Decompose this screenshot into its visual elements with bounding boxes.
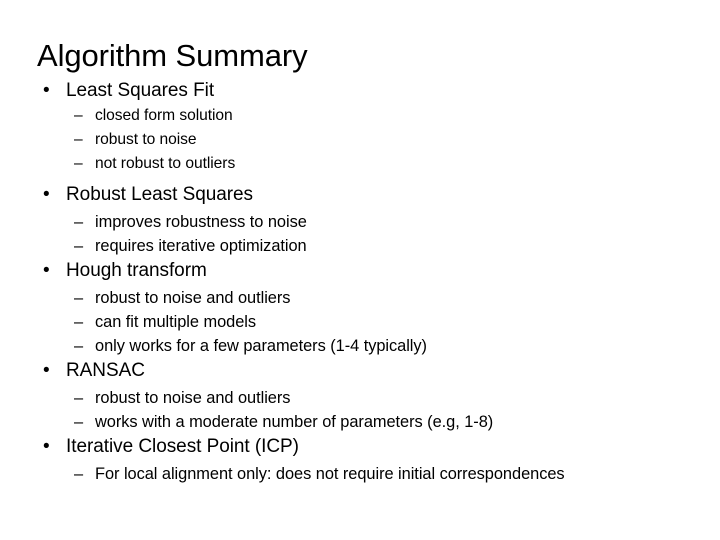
bullet-dot-icon: • (43, 260, 50, 281)
bullet-group-robust-least-squares: • Robust Least Squares – improves robust… (0, 182, 720, 258)
sub-bullet-for-local-alignment-only: – For local alignment only: does not req… (0, 462, 720, 486)
bullet-hough-transform: • Hough transform (0, 258, 720, 284)
sub-bullet-not-robust-to-outliers: – not robust to outliers (0, 152, 720, 176)
bullet-robust-least-squares: • Robust Least Squares (0, 182, 720, 208)
sub-bullet-ransac-robust-to-noise-and-outliers: – robust to noise and outliers (0, 386, 720, 410)
bullet-group-ransac: • RANSAC – robust to noise and outliers … (0, 358, 720, 434)
sub-bullet-label: only works for a few parameters (1-4 typ… (95, 337, 427, 355)
dash-icon: – (74, 465, 84, 483)
sub-bullet-label: not robust to outliers (95, 155, 236, 172)
sub-bullet-label: can fit multiple models (95, 313, 257, 331)
bullet-dot-icon: • (43, 436, 50, 457)
bullet-dot-icon: • (43, 184, 50, 205)
sub-bullet-improves-robustness-to-noise: – improves robustness to noise (0, 210, 720, 234)
sub-bullet-can-fit-multiple-models: – can fit multiple models (0, 310, 720, 334)
bullet-label: Robust Least Squares (66, 184, 254, 205)
sub-bullet-requires-iterative-optimization: – requires iterative optimization (0, 234, 720, 258)
sub-bullet-label: requires iterative optimization (95, 237, 307, 255)
page-title: Algorithm Summary (37, 37, 308, 73)
dash-icon: – (74, 289, 84, 307)
dash-icon: – (74, 155, 83, 172)
dash-icon: – (74, 389, 84, 407)
slide: Algorithm Summary • Least Squares Fit – … (0, 0, 720, 540)
bullet-label: Iterative Closest Point (ICP) (66, 436, 299, 457)
dash-icon: – (74, 337, 84, 355)
sub-bullet-label: For local alignment only: does not requi… (95, 465, 565, 483)
sub-bullet-robust-to-noise-and-outliers: – robust to noise and outliers (0, 286, 720, 310)
bullet-iterative-closest-point: • Iterative Closest Point (ICP) (0, 434, 720, 460)
sub-bullet-only-works-for-a-few-parameters: – only works for a few parameters (1-4 t… (0, 334, 720, 358)
dash-icon: – (74, 413, 84, 431)
sub-bullet-label: robust to noise (95, 131, 197, 148)
bullet-least-squares-fit: • Least Squares Fit (0, 78, 720, 104)
sub-bullet-robust-to-noise: – robust to noise (0, 128, 720, 152)
bullet-label: Least Squares Fit (66, 80, 215, 101)
bullet-dot-icon: • (43, 80, 50, 101)
bullet-label: Hough transform (66, 260, 207, 281)
sub-bullet-label: robust to noise and outliers (95, 389, 291, 407)
dash-icon: – (74, 107, 83, 124)
bullet-group-least-squares-fit: • Least Squares Fit – closed form soluti… (0, 78, 720, 176)
dash-icon: – (74, 213, 84, 231)
sub-bullet-works-with-moderate-number-of-parameters: – works with a moderate number of parame… (0, 410, 720, 434)
bullet-ransac: • RANSAC (0, 358, 720, 384)
dash-icon: – (74, 131, 83, 148)
slide-body: • Least Squares Fit – closed form soluti… (0, 78, 720, 486)
dash-icon: – (74, 313, 84, 331)
bullet-label: RANSAC (66, 360, 145, 381)
dash-icon: – (74, 237, 84, 255)
bullet-dot-icon: • (43, 360, 50, 381)
sub-bullet-label: closed form solution (95, 107, 233, 124)
sub-bullet-label: improves robustness to noise (95, 213, 307, 231)
sub-bullet-label: robust to noise and outliers (95, 289, 291, 307)
bullet-group-hough-transform: • Hough transform – robust to noise and … (0, 258, 720, 358)
bullet-group-iterative-closest-point: • Iterative Closest Point (ICP) – For lo… (0, 434, 720, 486)
sub-bullet-label: works with a moderate number of paramete… (95, 413, 494, 431)
sub-bullet-closed-form-solution: – closed form solution (0, 104, 720, 128)
